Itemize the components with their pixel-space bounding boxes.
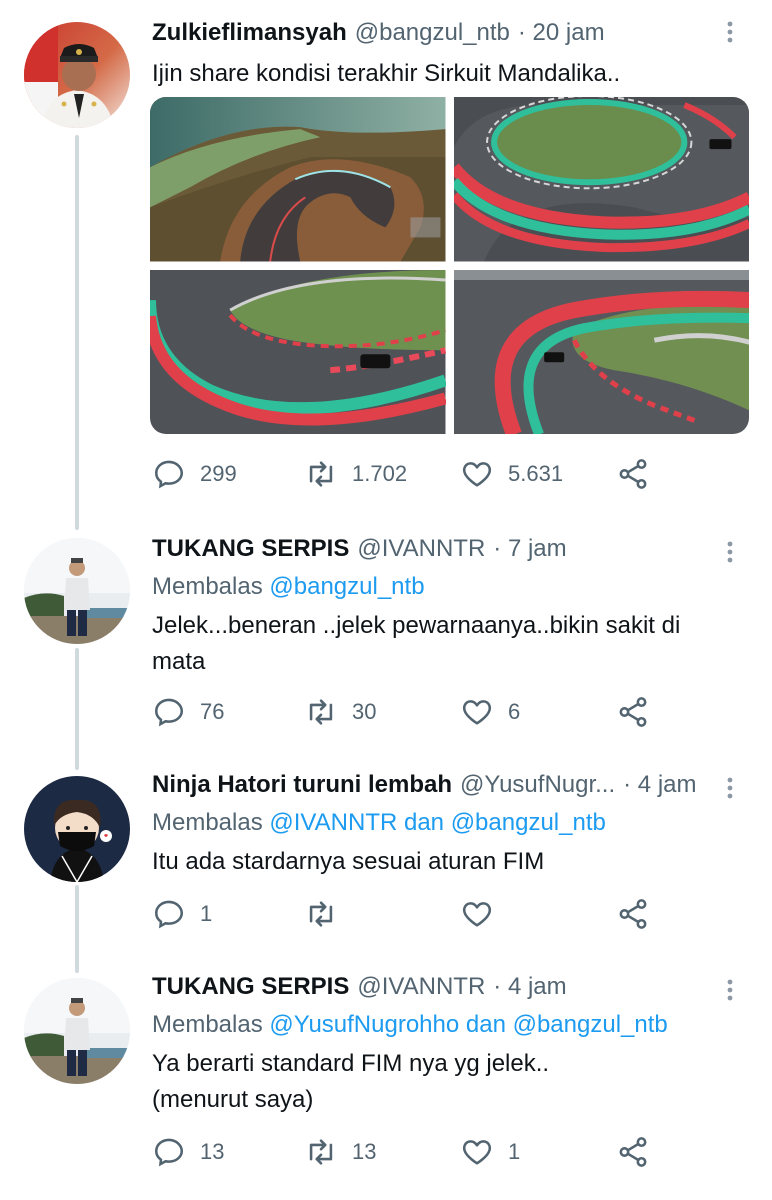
more-icon[interactable] [718,540,742,564]
replying-to-label: Membalas [152,809,263,836]
more-icon[interactable] [718,20,742,44]
author-name[interactable]: TUKANG SERPIS [152,972,349,1002]
share-button[interactable] [616,457,650,491]
author-handle[interactable]: @bangzul_ntb [355,18,510,48]
replying-to-mentions[interactable]: @IVANNTR dan @bangzul_ntb [269,809,605,836]
replying-to: Membalas @IVANNTR dan @bangzul_ntb [152,808,742,838]
replying-to-label: Membalas [152,573,263,600]
share-icon [619,899,647,929]
reply-button[interactable]: 76 [152,695,224,729]
like-icon [462,700,492,725]
replying-to-mentions[interactable]: @bangzul_ntb [269,573,424,600]
author-handle[interactable]: @IVANNTR [357,534,485,564]
retweet-icon [309,699,333,725]
like-button[interactable]: 1 [460,1135,520,1169]
reply-icon [154,1138,184,1167]
like-button[interactable] [460,897,508,931]
reply-count: 13 [200,1139,225,1164]
retweet-icon [309,901,333,927]
share-button[interactable] [616,1135,650,1169]
media-photo-aerial[interactable] [150,97,446,262]
tweet-text-line: Ya berarti standard FIM nya yg jelek.. [152,1050,550,1077]
tweet-text: Itu ada stardarnya sesuai aturan FIM [152,848,545,875]
like-count: 6 [508,699,521,724]
share-icon [619,1137,647,1167]
retweet-button[interactable]: 30 [304,695,376,729]
replying-to-mentions[interactable]: @YusufNugrohho dan @bangzul_ntb [269,1011,667,1038]
share-icon [619,697,647,727]
like-icon [462,1140,492,1165]
media-photo-track[interactable] [150,269,446,435]
like-button[interactable]: 6 [460,695,520,729]
tweet-text: Ya berarti standard FIM nya yg jelek.. (… [152,1046,742,1118]
author-handle[interactable]: @IVANNTR [357,972,485,1002]
reply-button[interactable]: 13 [152,1135,224,1169]
retweet-button[interactable] [304,897,352,931]
share-button[interactable] [616,897,650,931]
more-icon[interactable] [718,776,742,800]
avatar[interactable] [24,22,130,128]
reply-button[interactable]: 299 [152,457,237,491]
like-button[interactable]: 5.631 [460,457,563,491]
reply-icon [154,460,184,489]
reply-count: 76 [200,699,225,724]
reply-count: 1 [200,901,213,926]
retweet-button[interactable]: 1.702 [304,457,407,491]
media-grid[interactable] [150,97,749,434]
like-icon [462,462,492,487]
tweet-text: Ijin share kondisi terakhir Sirkuit Mand… [152,60,621,87]
retweet-icon [309,1139,333,1165]
replying-to-label: Membalas [152,1011,263,1038]
timestamp[interactable]: · 4 jam [493,972,566,1002]
avatar[interactable] [24,776,130,882]
author-handle[interactable]: @YusufNugr... [460,770,615,800]
replying-to: Membalas @YusufNugrohho dan @bangzul_ntb [152,1010,742,1040]
reply-count: 299 [200,461,237,486]
retweet-count: 13 [352,1139,377,1164]
timestamp[interactable]: · 7 jam [493,534,566,564]
like-count: 1 [508,1139,521,1164]
tweet-1[interactable]: Zulkieflimansyah @bangzul_ntb · 20 jam I… [0,0,772,520]
timestamp[interactable]: · 4 jam [623,770,696,800]
share-button[interactable] [616,695,650,729]
more-icon[interactable] [718,978,742,1002]
tweet-4[interactable]: TUKANG SERPIS @IVANNTR · 4 jam Membalas … [0,960,772,1200]
media-photo-track[interactable] [453,269,750,435]
reply-icon [154,698,184,727]
tweet-text: Jelek...beneran ..jelek pewarnaanya..bik… [152,612,681,675]
retweet-count: 30 [352,699,377,724]
reply-button[interactable]: 1 [152,897,212,931]
avatar[interactable] [24,978,130,1084]
author-name[interactable]: Ninja Hatori turuni lembah [152,770,452,800]
timestamp[interactable]: · 20 jam [518,18,605,48]
like-count: 5.631 [508,461,564,486]
tweet-2[interactable]: TUKANG SERPIS @IVANNTR · 7 jam Membalas … [0,520,772,760]
author-name[interactable]: Zulkieflimansyah [152,18,347,48]
replying-to: Membalas @bangzul_ntb [152,572,742,602]
retweet-count: 1.702 [352,461,408,486]
retweet-button[interactable]: 13 [304,1135,376,1169]
media-photo-track[interactable] [453,97,750,262]
tweet-3[interactable]: Ninja Hatori turuni lembah @YusufNugr...… [0,760,772,960]
retweet-icon [309,461,333,487]
author-name[interactable]: TUKANG SERPIS [152,534,349,564]
tweet-text-line: (menurut saya) [152,1086,314,1113]
avatar[interactable] [24,538,130,644]
like-icon [462,902,492,927]
share-icon [619,459,647,489]
reply-icon [154,900,184,929]
